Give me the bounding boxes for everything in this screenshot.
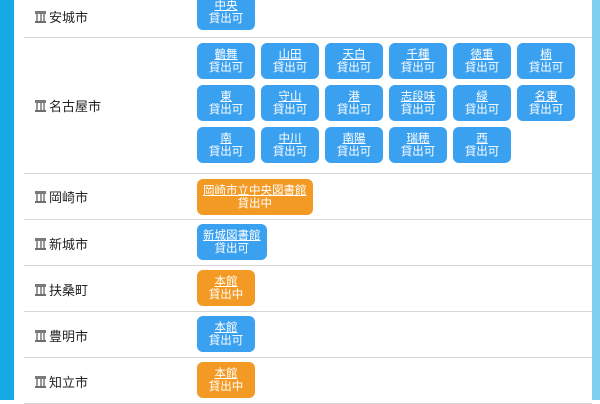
loan-status: 貸出中 [208,287,244,301]
library-building-icon [35,10,46,23]
library-status-button[interactable]: 中川 貸出可 [261,127,319,163]
library-status-button[interactable]: 緑貸出可 [453,85,511,121]
library-status-button[interactable]: 本館 貸出中 [197,362,255,398]
loan-status: 貸出可 [336,144,372,158]
city-name-label: 豊明市 [49,330,89,345]
library-status-button[interactable]: 南貸出可 [197,127,255,163]
library-status-button[interactable]: 千種 貸出可 [389,43,447,79]
library-status-button[interactable]: 中央 貸出可 [197,0,255,30]
city-row: 豊明市 本館 貸出可 [24,312,592,358]
city-name: 新城市 [35,234,88,253]
loan-status: 貸出可 [208,333,244,347]
library-status-button[interactable]: 名東 貸出可 [517,85,575,121]
loan-status: 貸出可 [208,102,244,116]
left-frame-border [0,0,14,400]
library-status-button[interactable]: 東貸出可 [197,85,255,121]
library-status-button[interactable]: 新城図書館 貸出可 [197,224,267,260]
library-status-button[interactable]: 西貸出可 [453,127,511,163]
library-status-button[interactable]: 本館 貸出中 [197,270,255,306]
library-button-group: 岡崎市立中央図書館 貸出中 [197,179,597,215]
library-button-group: 本館 貸出中 [197,270,597,306]
loan-status: 貸出可 [272,102,308,116]
loan-status: 貸出可 [208,144,244,158]
library-button-group: 新城図書館 貸出可 [197,224,597,260]
city-name-label: 名古屋市 [49,100,102,115]
library-building-icon [35,190,46,203]
city-name-label: 知立市 [49,376,89,391]
city-row: 岡崎市 岡崎市立中央図書館 貸出中 [24,174,592,220]
library-button-group: 本館 貸出中 [197,362,597,398]
library-building-icon [35,329,46,342]
library-status-button[interactable]: 港貸出可 [325,85,383,121]
loan-status: 貸出中 [237,196,273,210]
loan-status: 貸出可 [400,144,436,158]
city-name: 知立市 [35,372,88,391]
city-name: 豊明市 [35,326,88,345]
loan-status: 貸出可 [272,144,308,158]
library-status-button[interactable]: 瑞穂 貸出可 [389,127,447,163]
library-building-icon [35,99,46,112]
city-name-label: 安城市 [49,11,89,26]
city-row: 新城市 新城図書館 貸出可 [24,220,592,266]
library-status-button[interactable]: 南陽 貸出可 [325,127,383,163]
city-row: 名古屋市 鶴舞 貸出可 山田 貸出可 天白 貸出可 千種 貸出可 徳重 貸出可楠貸出可東貸出可 守山貸… [24,38,592,174]
loan-status: 貸出可 [208,60,244,74]
library-status-button[interactable]: 守山 貸出可 [261,85,319,121]
loan-status: 貸出可 [336,102,372,116]
city-name-label: 岡崎市 [49,191,89,206]
library-status-button[interactable]: 岡崎市立中央図書館 貸出中 [197,179,313,215]
library-building-icon [35,375,46,388]
library-building-icon [35,283,46,296]
city-row: 安城市 中央 貸出可 [24,0,592,38]
library-status-button[interactable]: 志段味 貸出可 [389,85,447,121]
loan-status: 貸出可 [464,102,500,116]
library-button-group: 中央 貸出可 [197,0,597,30]
library-status-button[interactable]: 鶴舞 貸出可 [197,43,255,79]
loan-status: 貸出可 [528,102,564,116]
library-status-button[interactable]: 本館 貸出可 [197,316,255,352]
library-status-button[interactable]: 天白 貸出可 [325,43,383,79]
city-name: 安城市 [35,7,88,26]
library-button-group: 本館 貸出可 [197,316,597,352]
loan-status: 貸出可 [208,11,244,25]
loan-status: 貸出可 [272,60,308,74]
library-status-button[interactable]: 山田 貸出可 [261,43,319,79]
loan-status: 貸出可 [336,60,372,74]
loan-status: 貸出可 [464,60,500,74]
library-button-group: 鶴舞 貸出可 山田 貸出可 天白 貸出可 千種 貸出可 徳重 貸出可楠貸出可東貸出可 守山 貸出可港貸… [197,43,597,163]
loan-status: 貸出中 [208,379,244,393]
library-building-icon [35,237,46,250]
loan-status: 貸出可 [464,144,500,158]
city-name: 岡崎市 [35,187,88,206]
library-status-button[interactable]: 徳重 貸出可 [453,43,511,79]
city-name: 扶桑町 [35,280,88,299]
loan-status: 貸出可 [400,60,436,74]
loan-status: 貸出可 [528,60,564,74]
city-name-label: 新城市 [49,238,89,253]
loan-status: 貸出可 [400,102,436,116]
city-name-label: 扶桑町 [49,284,89,299]
city-name: 名古屋市 [35,96,101,115]
city-row: 知立市 本館 貸出中 [24,358,592,404]
loan-status: 貸出可 [214,241,250,255]
library-status-button[interactable]: 楠貸出可 [517,43,575,79]
city-row: 扶桑町 本館 貸出中 [24,266,592,312]
